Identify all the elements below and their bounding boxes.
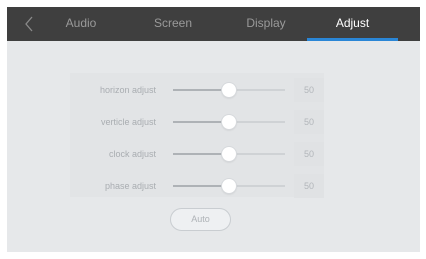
clock-adjust-row: clock adjust 50 [70, 142, 324, 166]
clock-adjust-slider[interactable] [173, 147, 285, 161]
horizon-adjust-slider[interactable] [173, 83, 285, 97]
slider-fill [173, 89, 229, 91]
clock-adjust-value: 50 [294, 142, 324, 166]
active-tab-indicator [307, 38, 398, 41]
settings-window: Audio Screen Display Adjust horizon adju… [7, 7, 420, 252]
tab-screen-label: Screen [153, 16, 193, 30]
tab-audio-label: Audio [65, 16, 97, 30]
auto-button[interactable]: Auto [170, 208, 231, 231]
slider-thumb[interactable] [222, 83, 236, 97]
slider-thumb[interactable] [222, 115, 236, 129]
tab-audio[interactable]: Audio [51, 7, 111, 41]
phase-adjust-label: phase adjust [104, 181, 156, 191]
slider-fill [173, 121, 229, 123]
slider-thumb[interactable] [222, 179, 236, 193]
tab-adjust[interactable]: Adjust [307, 7, 398, 41]
slider-fill [173, 153, 229, 155]
verticle-adjust-row: verticle adjust 50 [70, 110, 324, 134]
tab-display[interactable]: Display [231, 7, 301, 41]
horizon-adjust-label: horizon adjust [99, 85, 156, 95]
verticle-adjust-slider[interactable] [173, 115, 285, 129]
phase-adjust-slider[interactable] [173, 179, 285, 193]
phase-adjust-value: 50 [294, 174, 324, 198]
horizon-adjust-value: 50 [294, 78, 324, 102]
chevron-left-icon [25, 16, 33, 32]
clock-adjust-label: clock adjust [108, 149, 156, 159]
phase-adjust-row: phase adjust 50 [70, 174, 324, 198]
adjust-panel: horizon adjust 50 verticle adjust 50 clo… [70, 73, 324, 198]
slider-fill [173, 185, 229, 187]
tab-bar: Audio Screen Display Adjust [7, 7, 420, 41]
slider-thumb[interactable] [222, 147, 236, 161]
verticle-adjust-value: 50 [294, 110, 324, 134]
verticle-adjust-label: verticle adjust [100, 117, 156, 127]
tab-display-label: Display [246, 16, 286, 30]
tab-screen[interactable]: Screen [139, 7, 207, 41]
back-button[interactable] [17, 7, 41, 41]
horizon-adjust-row: horizon adjust 50 [70, 78, 324, 102]
tab-adjust-label: Adjust [335, 16, 370, 30]
